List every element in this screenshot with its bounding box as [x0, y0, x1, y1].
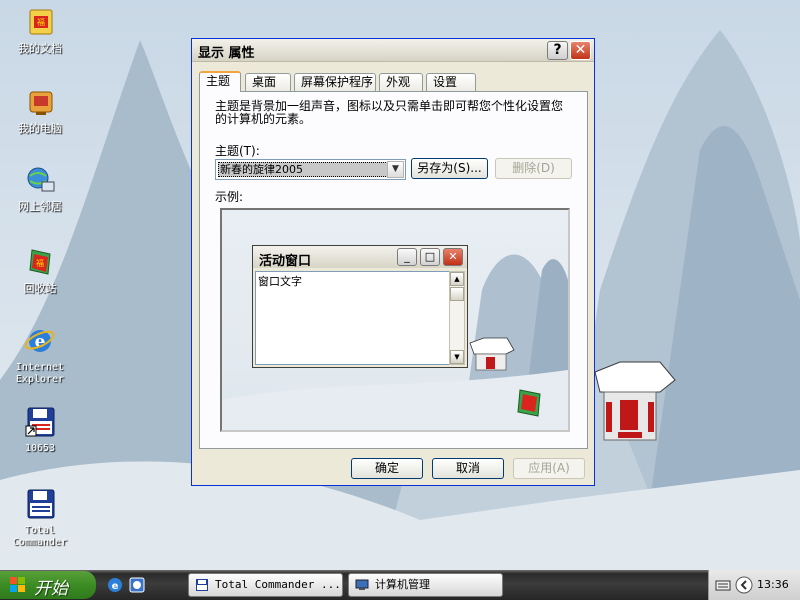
windows-logo-icon: [10, 577, 25, 592]
svg-text:福: 福: [37, 18, 45, 27]
floppy-shortcut-icon: [25, 407, 55, 437]
preview-active-window: 活动窗口 _ □ ✕ 窗口文字 ▲ ▼: [252, 245, 468, 368]
task-label: 计算机管理: [375, 578, 430, 591]
delete-button[interactable]: 删除(D): [495, 158, 572, 179]
total-commander-icon: [27, 489, 55, 519]
help-button[interactable]: ?: [547, 41, 568, 60]
my-computer-icon: [29, 91, 53, 115]
svg-text:e: e: [112, 581, 119, 592]
display-properties-dialog: 显示 属性 ? ✕ 主题 桌面 屏幕保护程序 外观 设置 主题是背景加一组声音，…: [191, 38, 595, 486]
desktop-icon-recycle-bin[interactable]: 福 回收站: [0, 246, 80, 295]
theme-label: 主题(T):: [215, 144, 260, 158]
desktop-icon-internet-explorer[interactable]: e Internet Explorer: [0, 325, 80, 386]
themes-panel: 主题是背景加一组声音，图标以及只需单击即可帮您个性化设置您的计算机的元素。 主题…: [199, 91, 588, 449]
dialog-title: 显示 属性: [198, 46, 255, 61]
preview-recycle-bin-icon: [517, 389, 541, 417]
theme-preview: 活动窗口 _ □ ✕ 窗口文字 ▲ ▼: [220, 208, 570, 432]
desktop-icon-label: 10653: [24, 443, 56, 454]
start-button[interactable]: 开始: [0, 571, 96, 599]
minimize-icon: _: [397, 248, 417, 266]
desktop-icon-my-computer[interactable]: 我的电脑: [0, 86, 80, 135]
theme-select[interactable]: 新春的旋律2005 ▼: [215, 159, 406, 180]
system-tray: 13:36: [708, 570, 800, 600]
task-computer-management[interactable]: 计算机管理: [348, 573, 503, 597]
cancel-button[interactable]: 取消: [432, 458, 504, 479]
chevron-down-icon[interactable]: ▼: [387, 161, 404, 178]
computer-management-icon: [355, 579, 369, 590]
scroll-up-icon: ▲: [450, 272, 464, 286]
preview-scrollbar: ▲ ▼: [449, 271, 465, 365]
svg-text:福: 福: [36, 259, 44, 268]
desktop-icon-total-commander[interactable]: Total Commander: [0, 488, 80, 549]
network-places-icon: [27, 167, 55, 192]
theme-description: 主题是背景加一组声音，图标以及只需单击即可帮您个性化设置您的计算机的元素。: [215, 99, 564, 126]
save-as-button[interactable]: 另存为(S)...: [411, 158, 488, 179]
task-total-commander[interactable]: Total Commander ...: [188, 573, 343, 597]
start-label: 开始: [34, 579, 68, 599]
keyboard-icon[interactable]: [715, 577, 731, 593]
tab-themes[interactable]: 主题: [199, 71, 241, 92]
scroll-thumb: [450, 287, 464, 301]
desktop-icon-label: 我的文档: [18, 42, 62, 55]
my-documents-icon: 福: [29, 9, 53, 35]
preview-window-titlebar: 活动窗口 _ □ ✕: [253, 246, 467, 269]
ok-button[interactable]: 确定: [351, 458, 423, 479]
close-button[interactable]: ✕: [570, 41, 591, 60]
theme-selected-value: 新春的旋律2005: [218, 162, 388, 177]
quicklaunch-desktop-icon[interactable]: [128, 576, 146, 594]
sample-label: 示例:: [215, 190, 244, 204]
recycle-bin-icon: 福: [29, 249, 51, 275]
total-commander-icon: [196, 579, 208, 591]
chevron-left-icon[interactable]: [735, 576, 753, 594]
scroll-down-icon: ▼: [450, 350, 464, 364]
tab-screensaver[interactable]: 屏幕保护程序: [294, 73, 376, 91]
desktop-icon-label: 网上邻居: [18, 200, 62, 213]
tab-appearance[interactable]: 外观: [379, 73, 423, 91]
preview-window-title: 活动窗口: [259, 254, 312, 269]
desktop-icon-10653[interactable]: 10653: [0, 406, 80, 455]
desktop-icon-label: 我的电脑: [18, 122, 62, 135]
apply-button[interactable]: 应用(A): [513, 458, 585, 479]
clock: 13:36: [757, 578, 789, 591]
desktop-icon-label: Total Commander: [12, 525, 68, 548]
desktop-icon-my-documents[interactable]: 福 我的文档: [0, 6, 80, 55]
taskbar: 开始 e Total Commander ... 计算机管理 13:36: [0, 570, 800, 600]
tab-desktop[interactable]: 桌面: [245, 73, 291, 91]
desktop-icon-label: 回收站: [23, 282, 57, 295]
desktop-icon-network-places[interactable]: 网上邻居: [0, 164, 80, 213]
task-label: Total Commander ...: [215, 578, 341, 591]
preview-window-text: 窗口文字: [255, 271, 450, 365]
maximize-icon: □: [420, 248, 440, 266]
tab-settings[interactable]: 设置: [426, 73, 476, 91]
dialog-titlebar[interactable]: 显示 属性 ? ✕: [192, 39, 594, 62]
internet-explorer-icon: e: [24, 330, 55, 352]
desktop-icon-label: Internet Explorer: [15, 362, 65, 385]
quicklaunch-ie-icon[interactable]: e: [106, 576, 124, 594]
close-icon: ✕: [443, 248, 463, 266]
